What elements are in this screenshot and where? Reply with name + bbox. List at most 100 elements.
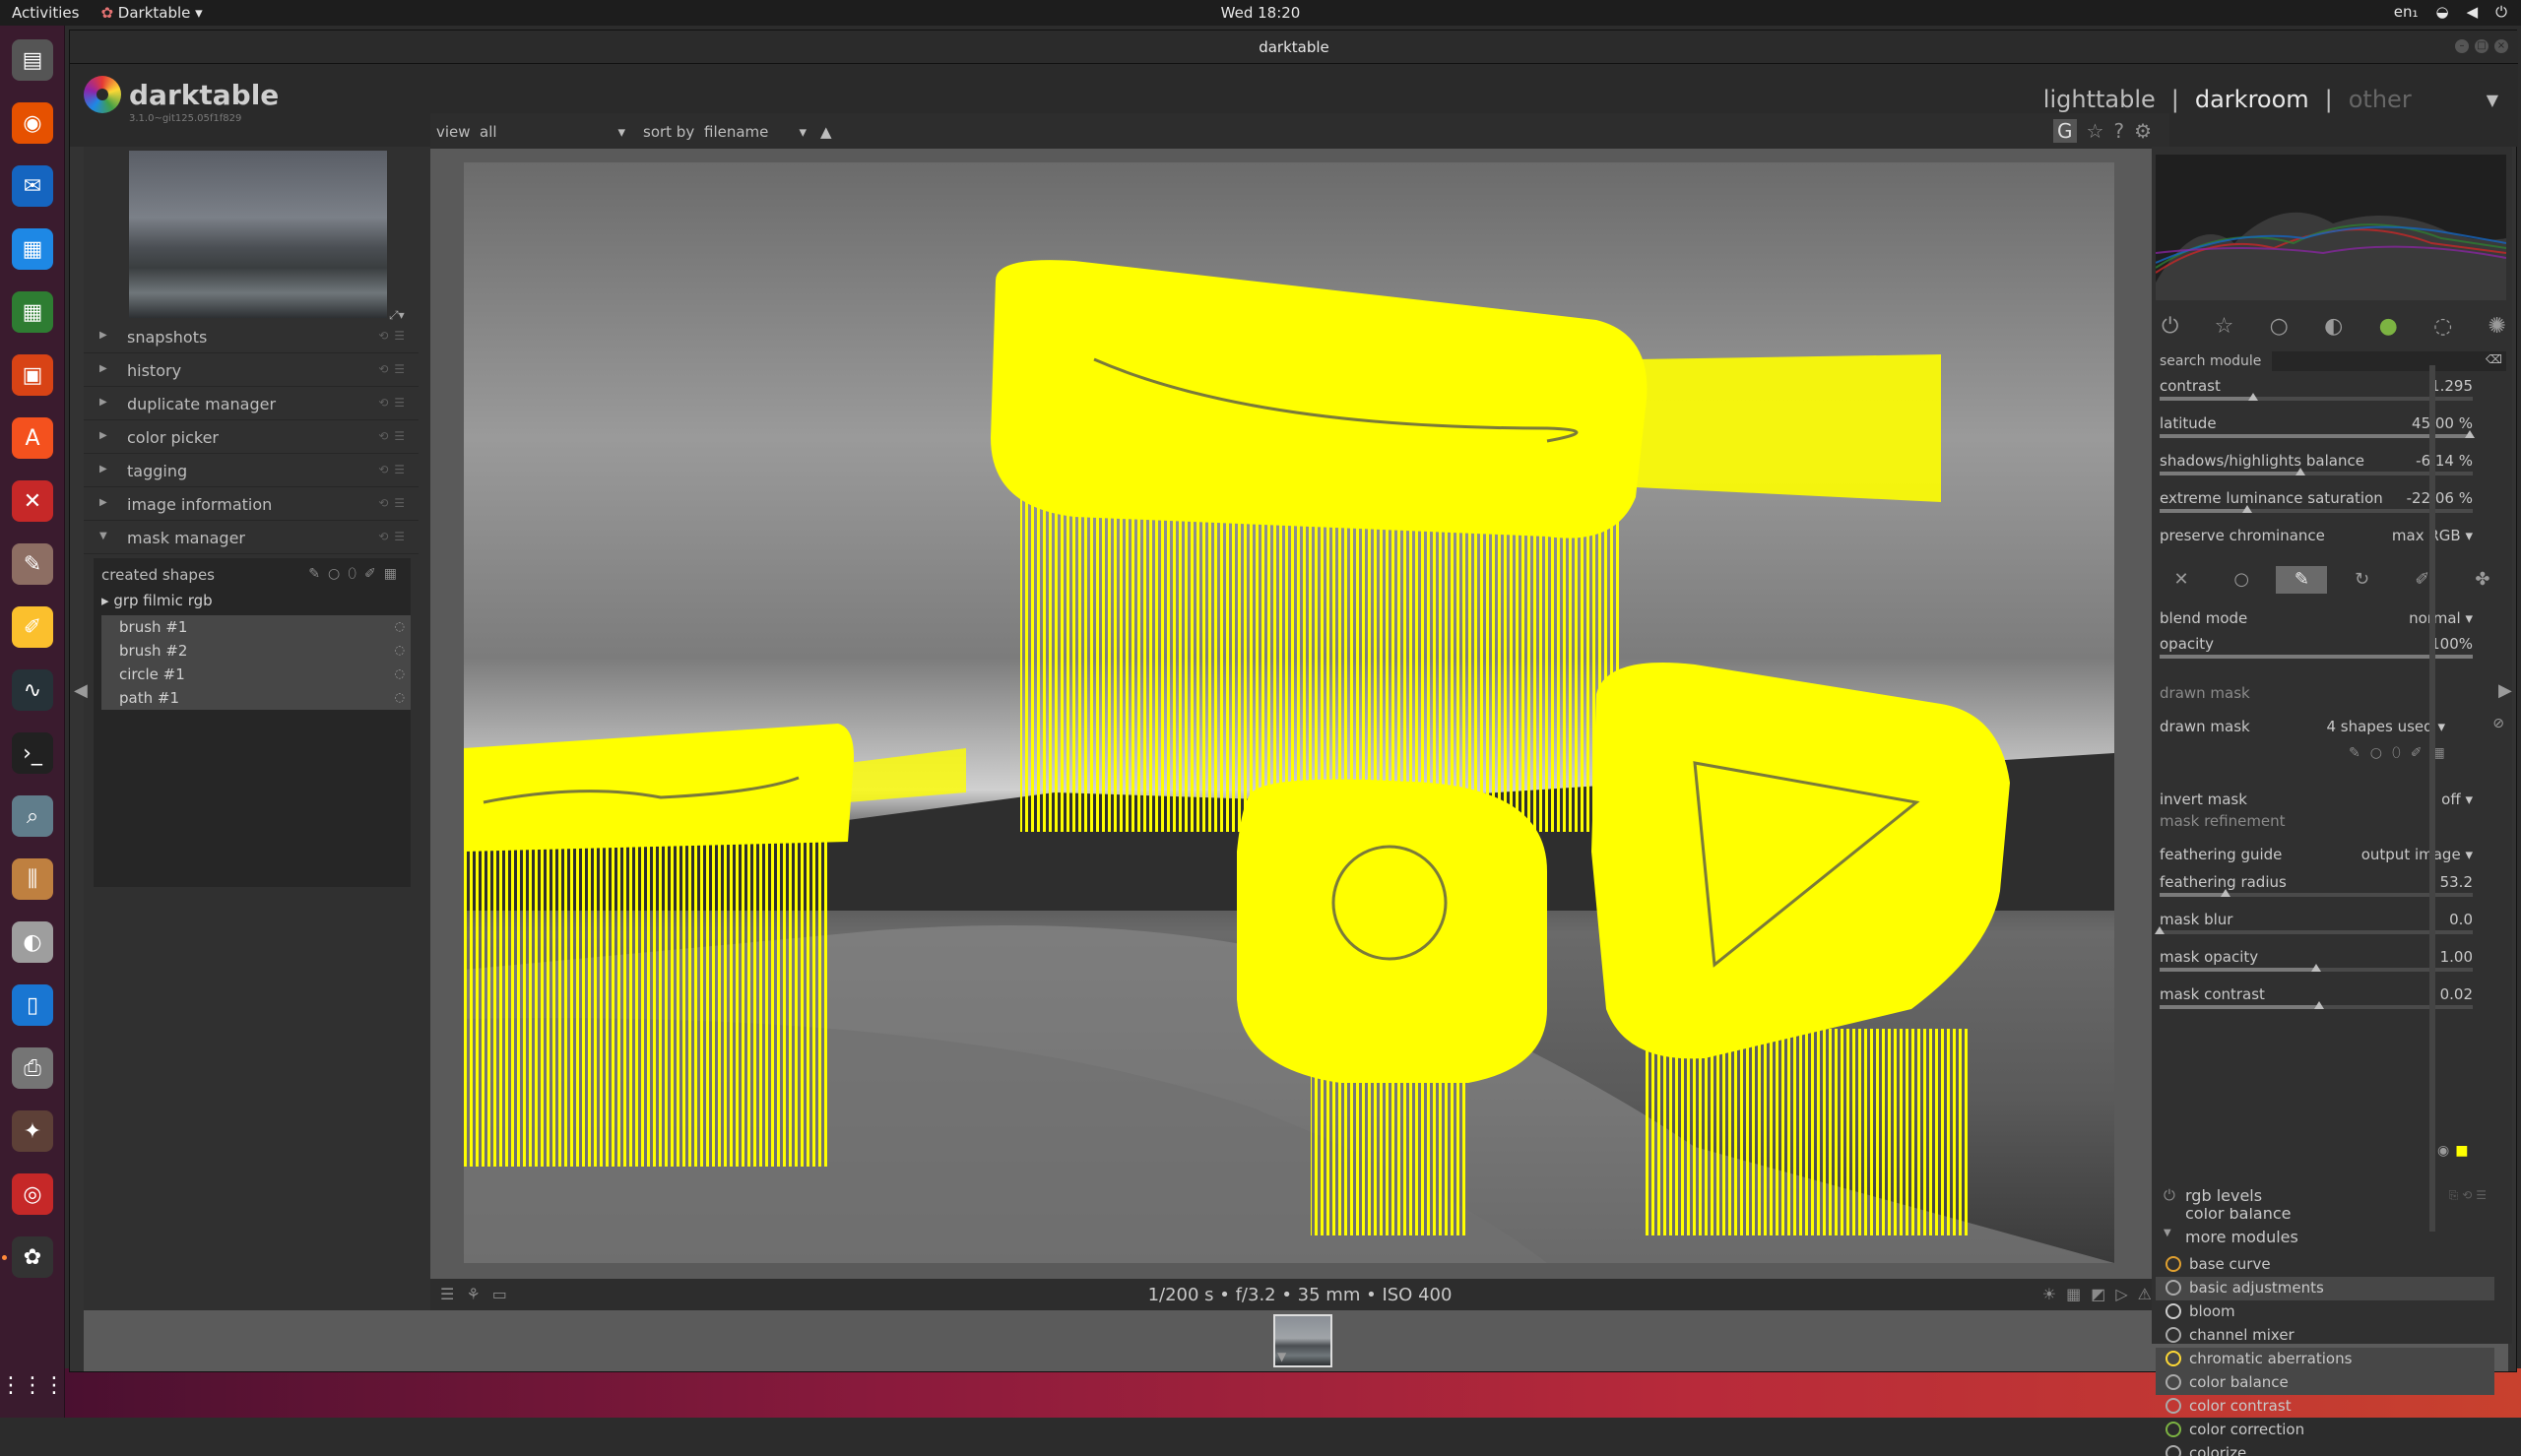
show-apps-icon[interactable]: ⋮⋮⋮ [0, 1364, 65, 1406]
module-color-balance-partial[interactable]: color balance [2156, 1208, 2494, 1220]
text-editor-icon[interactable]: ✐ [12, 606, 53, 648]
zoom-fit-icon[interactable]: ⤢▾ [389, 308, 405, 323]
opacity-slider[interactable]: opacity 100% [2156, 633, 2475, 670]
language-indicator[interactable]: en₁ [2394, 3, 2419, 21]
image-with-mask-overlay[interactable] [464, 162, 2114, 1263]
slider-feathering-radius[interactable]: feathering radius 53.2 [2156, 871, 2475, 909]
more-modules-header[interactable]: ▼ more modules [2156, 1226, 2494, 1249]
slider-knob[interactable] [2314, 1001, 2325, 1009]
gear-icon[interactable]: ⚙ [2134, 119, 2152, 143]
module-controls[interactable]: ⟲☰ [378, 429, 411, 443]
disks-icon[interactable]: ◐ [12, 921, 53, 963]
module-controls[interactable]: ⟲☰ [378, 329, 411, 343]
calc-icon[interactable]: ▦ [12, 291, 53, 333]
left-module-history[interactable]: ▶ history ⟲☰ [84, 355, 419, 387]
files-icon[interactable]: ▤ [12, 39, 53, 81]
shape-row[interactable]: path #1 ◌ [101, 686, 411, 710]
screenshot-icon[interactable]: ◎ [12, 1173, 53, 1215]
power-icon[interactable]: ⏻ [2495, 3, 2507, 21]
document-viewer-icon[interactable]: ✎ [12, 543, 53, 585]
favorites-icon[interactable]: ☆ [2215, 314, 2234, 344]
slider-knob[interactable] [2295, 468, 2306, 475]
slider-shadows-highlights-balance[interactable]: shadows/highlights balance -6.14 % [2156, 450, 2475, 487]
slider-mask-contrast[interactable]: mask contrast 0.02 [2156, 983, 2475, 1021]
settings-tools-icon[interactable]: ✕ [12, 480, 53, 522]
slider-knob[interactable] [2155, 926, 2165, 934]
module-controls[interactable]: ⟲☰ [378, 496, 411, 510]
collapse-left-icon[interactable]: ◀ [74, 680, 88, 701]
printer-icon[interactable]: ⎙ [12, 1047, 53, 1089]
module-list-item[interactable]: color balance [2156, 1371, 2494, 1395]
shape-state-icon[interactable]: ◌ [395, 666, 405, 680]
slider-contrast[interactable]: contrast 1.295 [2156, 375, 2475, 412]
scanner-icon[interactable]: ⌕ [12, 795, 53, 837]
module-controls[interactable]: ⟲☰ [378, 362, 411, 376]
blend-off-tab[interactable]: ✕ [2156, 566, 2207, 594]
slider-knob[interactable] [2311, 964, 2321, 972]
gradient-icon[interactable]: ▦ [384, 566, 405, 582]
view-darkroom[interactable]: darkroom [2195, 86, 2309, 113]
window-titlebar[interactable]: darktable – □ × [70, 31, 2518, 64]
effects-group-icon[interactable]: ✺ [2489, 314, 2506, 344]
shape-row[interactable]: brush #1 ◌ [101, 615, 411, 639]
module-list-item[interactable]: base curve [2156, 1253, 2494, 1277]
shape-row[interactable]: brush #2 ◌ [101, 639, 411, 663]
tone-group-icon[interactable]: ◐ [2324, 314, 2343, 344]
writer-icon[interactable]: ▦ [12, 228, 53, 270]
left-module-duplicate-manager[interactable]: ▶ duplicate manager ⟲☰ [84, 389, 419, 420]
shape-state-icon[interactable]: ◌ [395, 643, 405, 657]
power-icon[interactable]: ⏻ [2164, 1186, 2175, 1204]
sort-direction-toggle[interactable]: ▲ [820, 123, 832, 141]
network-icon[interactable]: ◒ [2435, 3, 2448, 21]
volume-icon[interactable]: ◀ [2467, 3, 2479, 21]
slider-knob[interactable] [2220, 889, 2230, 897]
sort-select[interactable]: filename ▾ [704, 123, 807, 141]
terminal-icon[interactable]: ›_ [12, 732, 53, 774]
module-controls[interactable]: ⎘⟲☰ [2449, 1188, 2490, 1203]
view-other[interactable]: other [2349, 86, 2412, 113]
softproof-icon[interactable]: ▦ [2066, 1285, 2091, 1303]
blend-raster-tab[interactable]: ✤ [2457, 566, 2508, 594]
color-assessment-icon[interactable]: ☀ [2042, 1285, 2066, 1303]
slider-extreme-luminance-saturation[interactable]: extreme luminance saturation -22.06 % [2156, 487, 2475, 525]
brush-icon[interactable]: ✎ [2349, 745, 2370, 761]
view-select[interactable]: all ▾ [480, 123, 625, 141]
module-list-item[interactable]: color contrast [2156, 1395, 2494, 1419]
module-rgb-levels[interactable]: ⏻ rgb levels ⎘⟲☰ [2156, 1184, 2494, 1208]
view-lighttable[interactable]: lighttable [2043, 86, 2156, 113]
maximize-icon[interactable]: □ [2475, 39, 2489, 53]
navigation-thumbnail[interactable] [129, 151, 387, 318]
clock[interactable]: Wed 18:20 [0, 4, 2521, 22]
slider-latitude[interactable]: latitude 45.00 % [2156, 412, 2475, 450]
raw-overexposed-icon[interactable]: ▷ [2115, 1285, 2137, 1303]
module-list-item[interactable]: basic adjustments [2156, 1277, 2494, 1300]
thunderbird-icon[interactable]: ✉ [12, 165, 53, 207]
module-list-item[interactable]: channel mixer [2156, 1324, 2494, 1348]
firefox-icon[interactable]: ◉ [12, 102, 53, 144]
ruler-icon[interactable]: ▯ [12, 984, 53, 1026]
ellipse-icon[interactable]: ⬯ [2392, 745, 2411, 761]
right-scrollbar[interactable] [2429, 365, 2435, 1232]
color-group-icon[interactable]: ● [2379, 314, 2398, 344]
circle-icon[interactable]: ○ [2370, 745, 2392, 761]
brush-icon[interactable]: ✎ [308, 566, 328, 582]
module-list-item[interactable]: bloom [2156, 1300, 2494, 1324]
blend-parametric-tab[interactable]: ↻ [2337, 566, 2388, 594]
circle-icon[interactable]: ○ [328, 566, 348, 582]
center-image[interactable] [464, 162, 2114, 1263]
impress-icon[interactable]: ▣ [12, 354, 53, 396]
correct-group-icon[interactable]: ◌ [2433, 314, 2452, 344]
minimize-icon[interactable]: – [2455, 39, 2469, 53]
ellipse-icon[interactable]: ⬯ [348, 566, 364, 582]
close-icon[interactable]: × [2494, 39, 2508, 53]
left-module-color-picker[interactable]: ▶ color picker ⟲☰ [84, 422, 419, 454]
collapse-right-icon[interactable]: ▶ [2498, 680, 2512, 701]
blend-uniform-tab[interactable]: ○ [2216, 566, 2267, 594]
preserve-chrominance-select[interactable]: preserve chrominance max RGB ▾ [2156, 525, 2475, 562]
left-module-tagging[interactable]: ▶ tagging ⟲☰ [84, 456, 419, 487]
show-masks-icon[interactable]: ⊘ [2154, 716, 2504, 731]
star-icon[interactable]: ☆ [2087, 119, 2104, 143]
slider-knob[interactable] [2464, 430, 2475, 438]
left-module-snapshots[interactable]: ▶ snapshots ⟲☰ [84, 322, 419, 353]
slider-knob[interactable] [2248, 393, 2259, 401]
